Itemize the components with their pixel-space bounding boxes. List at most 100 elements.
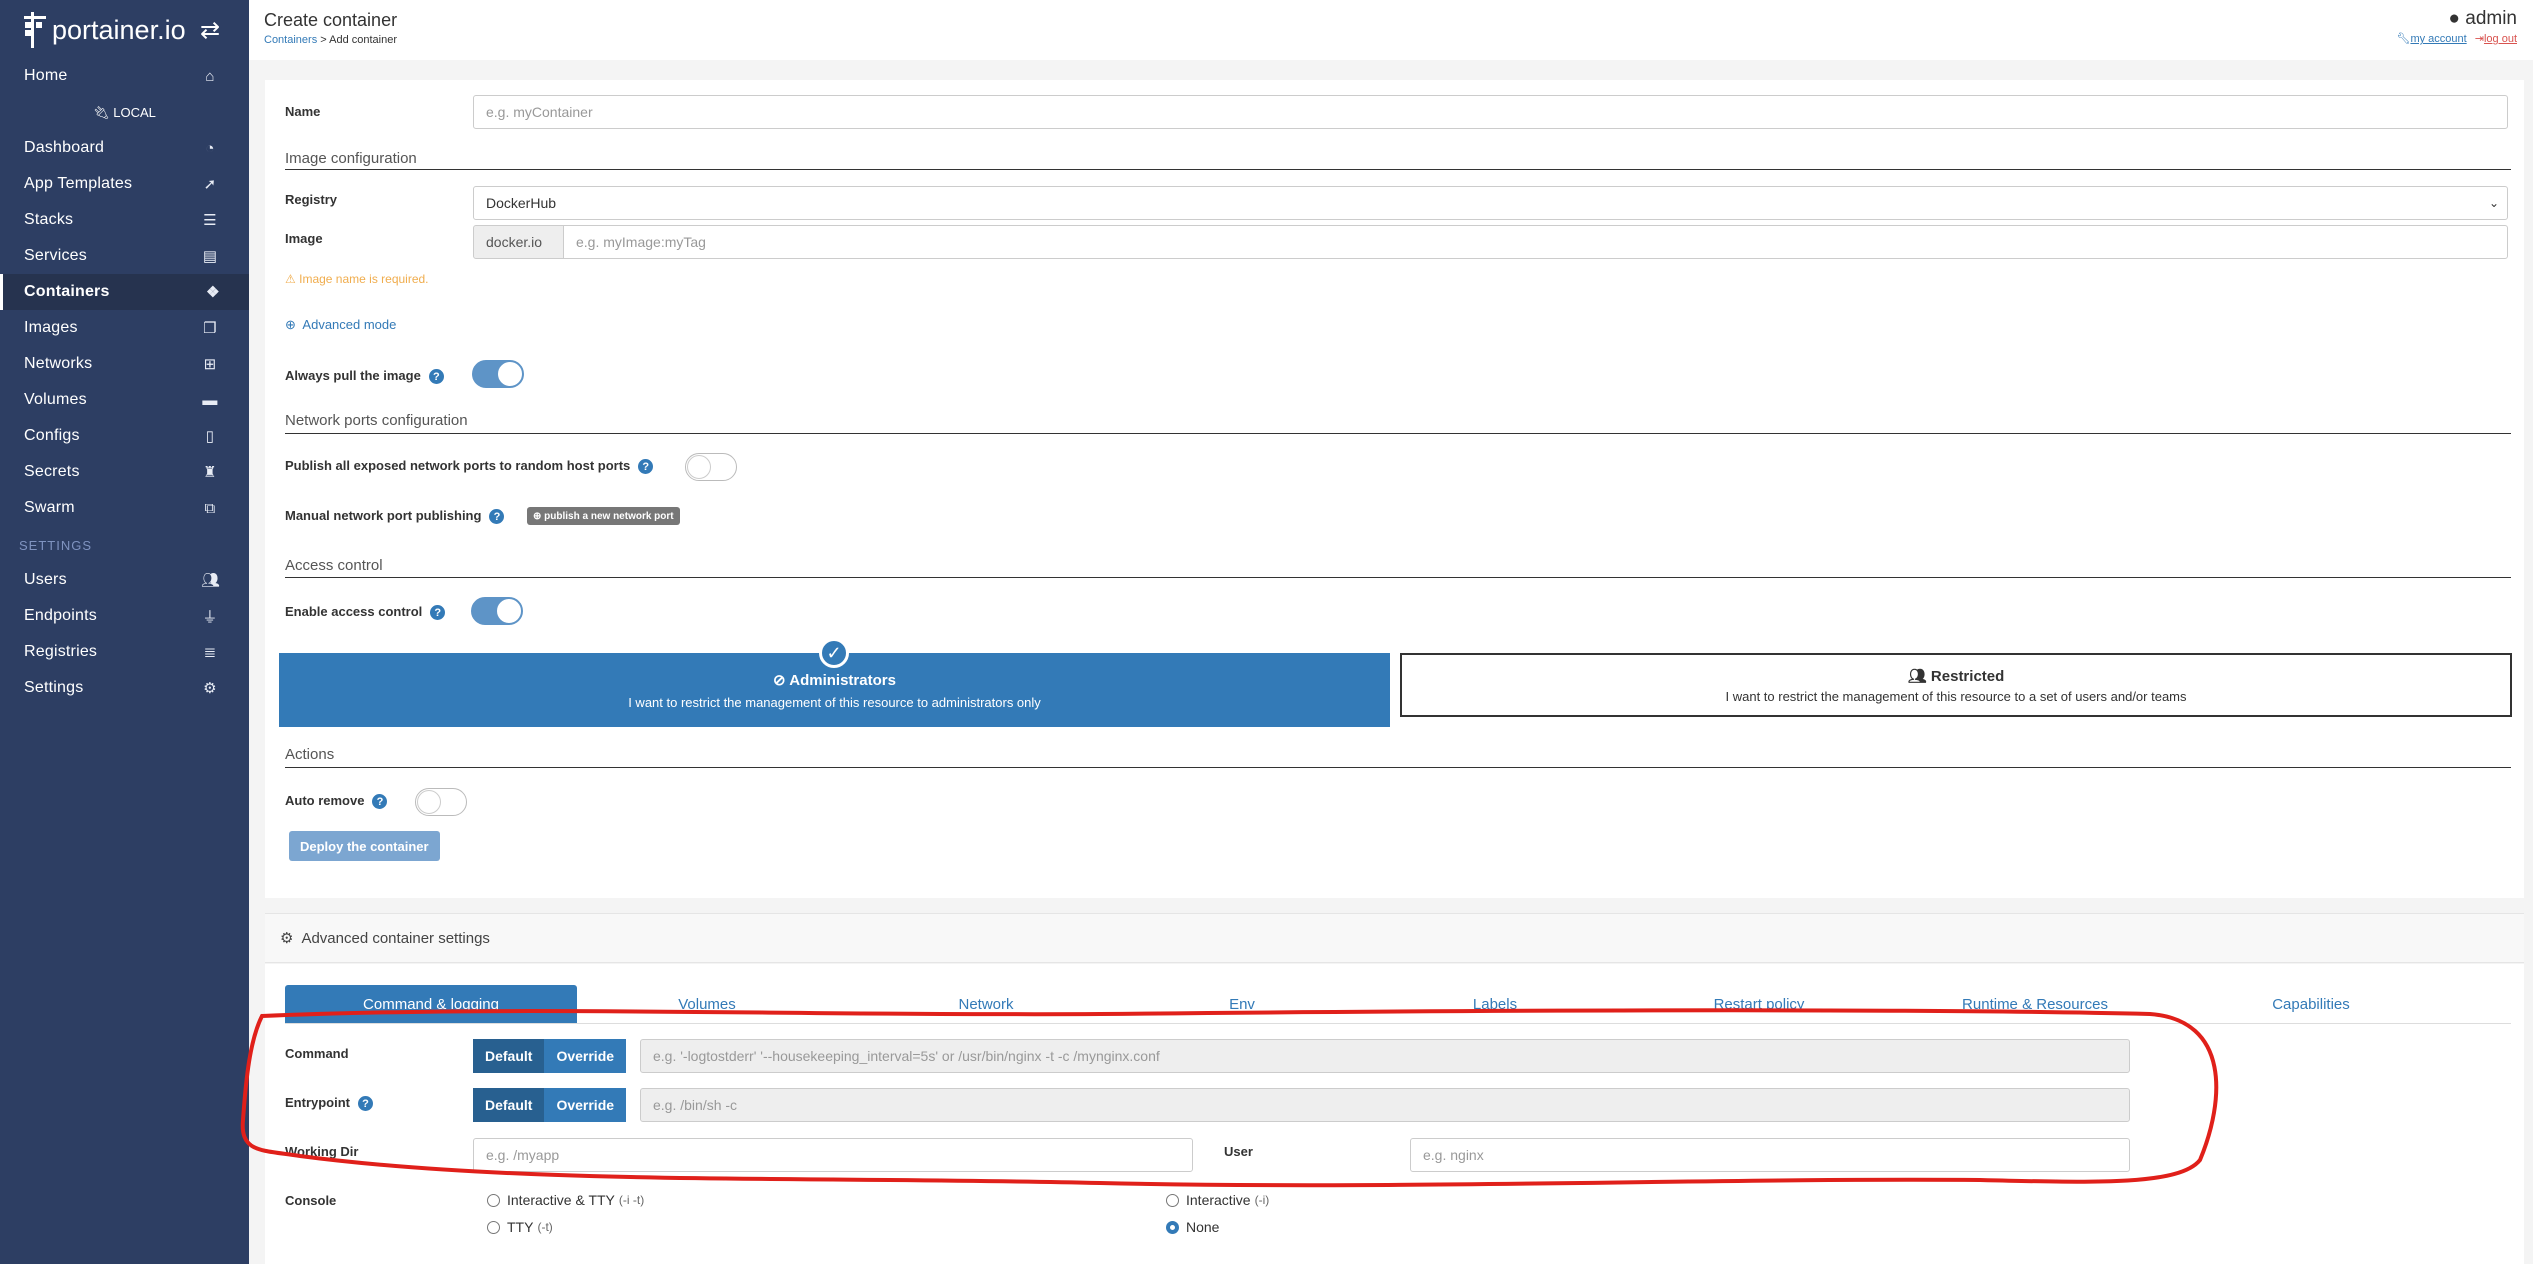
sidebar-item-swarm[interactable]: Swarm ⧉	[0, 490, 249, 526]
console-radio-interactive[interactable]: Interactive (-i)	[1166, 1192, 1269, 1208]
my-account-link[interactable]: my account	[2410, 33, 2466, 45]
sidebar-item-stacks[interactable]: Stacks ☰	[0, 202, 249, 238]
working-dir-label: Working Dir	[285, 1144, 359, 1159]
sidebar-item-configs[interactable]: Configs ▯	[0, 418, 249, 454]
registry-select[interactable]: DockerHub ⌄	[473, 186, 2508, 220]
radio-label: Interactive	[1186, 1192, 1251, 1208]
sidebar-item-label: Swarm	[24, 499, 75, 516]
user-input[interactable]: e.g. nginx	[1410, 1138, 2130, 1172]
list-alt-icon: ▤	[202, 248, 218, 265]
entrypoint-override-button[interactable]: Override	[544, 1088, 627, 1122]
name-input[interactable]: e.g. myContainer	[473, 95, 2508, 129]
sidebar-item-volumes[interactable]: Volumes ▬	[0, 382, 249, 418]
radio-circle	[487, 1220, 500, 1234]
image-config-title: Image configuration	[285, 150, 417, 167]
entrypoint-input[interactable]: e.g. /bin/sh -c	[640, 1088, 2130, 1122]
sidebar-item-settings[interactable]: Settings ⚙	[0, 670, 249, 706]
sidebar-item-networks[interactable]: Networks ⊞	[0, 346, 249, 382]
entrypoint-text: Entrypoint	[285, 1095, 350, 1110]
tab-runtime-resources[interactable]: Runtime & Resources	[1925, 985, 2145, 1023]
publish-all-text: Publish all exposed network ports to ran…	[285, 458, 631, 473]
working-dir-input[interactable]: e.g. /myapp	[473, 1138, 1193, 1172]
publish-new-port-button[interactable]: ⊕ publish a new network port	[527, 507, 680, 525]
plug-icon: ⏚	[202, 608, 218, 626]
sidebar-item-dashboard[interactable]: Dashboard ◔	[0, 130, 249, 166]
command-input[interactable]: e.g. '-logtostderr' '--housekeeping_inte…	[640, 1039, 2130, 1073]
command-override-button[interactable]: Override	[544, 1039, 627, 1073]
console-radio-tty[interactable]: TTY (-t)	[487, 1219, 553, 1235]
radio-flag: (-i -t)	[618, 1193, 645, 1207]
sitemap-icon: ⊞	[203, 356, 217, 373]
radio-circle-selected	[1166, 1220, 1179, 1234]
help-icon[interactable]: ?	[430, 605, 446, 621]
help-icon[interactable]: ?	[358, 1096, 373, 1112]
sidebar-item-secrets[interactable]: Secrets ♜	[0, 454, 249, 490]
always-pull-toggle[interactable]	[472, 360, 524, 388]
deploy-container-button[interactable]: Deploy the container	[289, 831, 440, 861]
tachometer-icon: ◔	[205, 139, 215, 157]
globe-icon: ⊕	[285, 317, 296, 332]
console-radio-interactive-tty[interactable]: Interactive & TTY (-i -t)	[487, 1192, 644, 1208]
publish-all-toggle[interactable]	[685, 453, 737, 481]
tab-volumes[interactable]: Volumes	[637, 985, 777, 1023]
breadcrumb-containers-link[interactable]: Containers	[264, 34, 317, 46]
toggle-knob	[687, 455, 711, 479]
main-content: Name e.g. myContainer Image configuratio…	[249, 60, 2533, 1264]
log-out-link[interactable]: log out	[2484, 33, 2517, 45]
access-restricted-option[interactable]: 👥︎ Restricted I want to restrict the man…	[1400, 653, 2512, 717]
radio-label: Interactive & TTY	[507, 1192, 615, 1208]
portainer-logo[interactable]: portainer.io	[22, 8, 186, 52]
sidebar-item-registries[interactable]: Registries ≣	[0, 634, 249, 670]
sidebar-item-images[interactable]: Images ❐	[0, 310, 249, 346]
help-icon[interactable]: ?	[372, 794, 388, 810]
entrypoint-mode-toggle: Default Override	[473, 1088, 627, 1122]
sidebar-item-label: Services	[24, 247, 87, 264]
admin-desc: I want to restrict the management of thi…	[628, 694, 1041, 710]
tab-labels[interactable]: Labels	[1425, 985, 1565, 1023]
sidebar-item-endpoints[interactable]: Endpoints ⏚	[0, 598, 249, 634]
tab-restart-policy[interactable]: Restart policy	[1669, 985, 1849, 1023]
image-registry-prefix: docker.io	[473, 225, 564, 259]
chevron-down-icon: ⌄	[2488, 196, 2499, 210]
manual-publish-label: Manual network port publishing?	[285, 508, 505, 525]
sidebar-item-containers[interactable]: Containers ❖	[0, 274, 249, 310]
plus-circle-icon: ⊕	[533, 510, 542, 522]
tab-capabilities[interactable]: Capabilities	[2231, 985, 2391, 1023]
sidebar-item-app-templates[interactable]: App Templates ➚	[0, 166, 249, 202]
sidebar: portainer.io ⇄ Home ⌂ 🔌︎ LOCAL Dashboard…	[0, 0, 249, 1264]
command-label: Command	[285, 1046, 349, 1061]
help-icon[interactable]: ?	[428, 369, 444, 385]
user-secret-icon: ♜	[203, 464, 217, 481]
sidebar-item-label: Dashboard	[24, 139, 105, 156]
sidebar-toggle-icon[interactable]: ⇄	[200, 16, 220, 45]
command-default-button[interactable]: Default	[473, 1039, 545, 1073]
sidebar-item-services[interactable]: Services ▤	[0, 238, 249, 274]
sidebar-item-label: Secrets	[24, 463, 80, 480]
enable-access-text: Enable access control	[285, 604, 423, 619]
actions-title: Actions	[285, 746, 335, 763]
advanced-settings-header[interactable]: ⚙ Advanced container settings	[265, 913, 2524, 963]
sidebar-item-label: Users	[24, 571, 67, 588]
registry-label: Registry	[285, 192, 338, 207]
tab-command-logging[interactable]: Command & logging	[285, 985, 577, 1023]
sidebar-item-users[interactable]: Users 👥︎	[0, 562, 249, 598]
home-icon: ⌂	[205, 67, 215, 85]
entrypoint-default-button[interactable]: Default	[473, 1088, 545, 1122]
image-input[interactable]: e.g. myImage:myTag	[563, 225, 2508, 259]
auto-remove-toggle[interactable]	[415, 788, 467, 816]
enable-access-toggle[interactable]	[471, 597, 523, 625]
console-radio-none[interactable]: None	[1166, 1219, 1219, 1235]
sidebar-item-home[interactable]: Home ⌂	[0, 58, 249, 94]
advanced-mode-link[interactable]: ⊕ Advanced mode	[285, 317, 396, 333]
registry-value: DockerHub	[486, 195, 557, 211]
tab-env[interactable]: Env	[1172, 985, 1312, 1023]
radio-label: TTY	[507, 1219, 534, 1235]
help-icon[interactable]: ?	[489, 509, 505, 525]
sidebar-item-label: Stacks	[24, 211, 74, 228]
tab-network[interactable]: Network	[916, 985, 1056, 1023]
wrench-icon: 🔧︎	[2396, 33, 2411, 45]
help-icon[interactable]: ?	[638, 459, 654, 475]
eye-slash-icon: ⊘	[773, 671, 786, 689]
sidebar-item-label: App Templates	[24, 175, 133, 192]
sidebar-item-label: Registries	[24, 643, 98, 660]
